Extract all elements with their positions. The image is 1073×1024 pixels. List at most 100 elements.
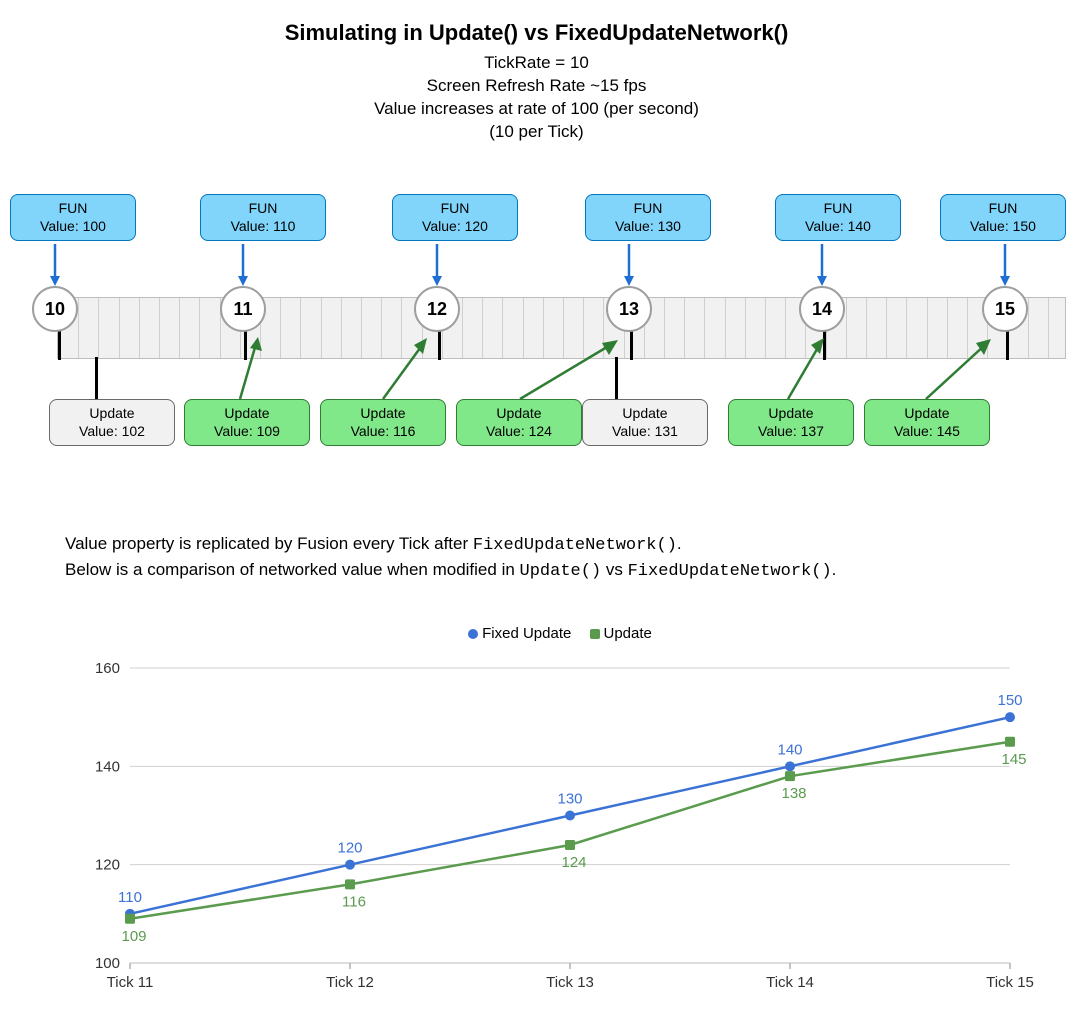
fun-label: FUN — [249, 200, 278, 216]
update-box-5: Update Value: 137 — [728, 399, 854, 446]
arrow-down-icon — [815, 242, 829, 278]
explain-1c: . — [677, 534, 682, 553]
subtitle-line-3: Value increases at rate of 100 (per seco… — [374, 99, 699, 118]
fun-label: FUN — [989, 200, 1018, 216]
fun-box-1: FUN Value: 110 — [200, 194, 326, 241]
update-label: Update — [904, 405, 949, 421]
update-box-4: Update Value: 131 — [582, 399, 708, 446]
fun-value: Value: 150 — [970, 218, 1036, 234]
explain-2c: vs — [601, 560, 627, 579]
legend-marker-square-icon — [590, 629, 600, 639]
subtitle-line-2: Screen Refresh Rate ~15 fps — [427, 76, 647, 95]
svg-text:110: 110 — [118, 889, 142, 906]
svg-text:109: 109 — [121, 928, 146, 945]
svg-text:124: 124 — [561, 854, 586, 871]
connector-line — [95, 357, 98, 399]
fun-label: FUN — [59, 200, 88, 216]
update-box-6: Update Value: 145 — [864, 399, 990, 446]
tick-circle-12: 12 — [414, 286, 460, 332]
legend-marker-circle-icon — [468, 629, 478, 639]
subtitle-line-1: TickRate = 10 — [484, 53, 589, 72]
explain-2e: . — [832, 560, 837, 579]
tick-number: 12 — [427, 299, 447, 320]
connector-line — [615, 357, 618, 399]
update-value: Value: 124 — [486, 423, 552, 439]
arrow-down-icon — [998, 242, 1012, 278]
fun-label: FUN — [634, 200, 663, 216]
arrow-down-icon — [236, 242, 250, 278]
update-value: Value: 137 — [758, 423, 824, 439]
tick-number: 13 — [619, 299, 639, 320]
svg-text:100: 100 — [95, 955, 120, 972]
svg-text:Tick 15: Tick 15 — [986, 974, 1034, 991]
chart-container: Fixed Update Update 100 120 140 160 Tick 11 T… — [80, 625, 1040, 1010]
page-title: Simulating in Update() vs FixedUpdateNet… — [0, 0, 1073, 46]
explain-2a: Below is a comparison of networked value… — [65, 560, 520, 579]
svg-text:140: 140 — [95, 758, 120, 775]
tick-number: 14 — [812, 299, 832, 320]
svg-text:140: 140 — [777, 741, 802, 758]
fun-label: FUN — [441, 200, 470, 216]
legend-label: Update — [604, 625, 652, 642]
tick-number: 11 — [233, 299, 252, 320]
fun-value: Value: 110 — [231, 218, 296, 234]
arrow-down-icon — [430, 242, 444, 278]
code-text: FixedUpdateNetwork() — [473, 536, 677, 555]
fun-box-0: FUN Value: 100 — [10, 194, 136, 241]
arrow-down-icon — [48, 242, 62, 278]
tick-number: 15 — [995, 299, 1015, 320]
update-value: Value: 102 — [79, 423, 145, 439]
svg-text:150: 150 — [997, 692, 1022, 709]
fun-label: FUN — [824, 200, 853, 216]
update-value: Value: 145 — [894, 423, 960, 439]
update-label: Update — [768, 405, 813, 421]
legend-label: Fixed Update — [482, 625, 571, 642]
svg-text:120: 120 — [95, 857, 120, 874]
code-text: FixedUpdateNetwork() — [628, 562, 832, 581]
update-label: Update — [496, 405, 541, 421]
update-value: Value: 131 — [612, 423, 678, 439]
svg-text:Tick 12: Tick 12 — [326, 974, 374, 991]
svg-text:120: 120 — [337, 840, 362, 857]
fun-box-3: FUN Value: 130 — [585, 194, 711, 241]
subtitle-line-4: (10 per Tick) — [489, 122, 583, 141]
update-label: Update — [360, 405, 405, 421]
line-chart: 100 120 140 160 Tick 11 Tick 12 Tick 13 Tick 14… — [80, 648, 1040, 1003]
update-box-0: Update Value: 102 — [49, 399, 175, 446]
arrow-down-icon — [622, 242, 636, 278]
fun-value: Value: 140 — [805, 218, 871, 234]
timeline-diagram: FUN Value: 100 FUN Value: 110 FUN Value:… — [10, 194, 1065, 469]
fun-value: Value: 120 — [422, 218, 488, 234]
update-box-1: Update Value: 109 — [184, 399, 310, 446]
update-value: Value: 116 — [351, 423, 416, 439]
tick-circle-11: 11 — [220, 286, 266, 332]
svg-text:Tick 13: Tick 13 — [546, 974, 594, 991]
fun-box-2: FUN Value: 120 — [392, 194, 518, 241]
svg-text:160: 160 — [95, 660, 120, 677]
explanation-text: Value property is replicated by Fusion e… — [65, 532, 836, 584]
timeline-track — [57, 297, 1066, 359]
svg-text:138: 138 — [781, 785, 806, 802]
svg-text:116: 116 — [342, 893, 366, 910]
explain-1a: Value property is replicated by Fusion e… — [65, 534, 473, 553]
svg-text:Tick 14: Tick 14 — [766, 974, 814, 991]
tick-number: 10 — [45, 299, 65, 320]
tick-circle-13: 13 — [606, 286, 652, 332]
code-text: Update() — [520, 562, 602, 581]
tick-circle-15: 15 — [982, 286, 1028, 332]
update-label: Update — [89, 405, 134, 421]
svg-text:Tick 11: Tick 11 — [107, 974, 154, 991]
fun-box-5: FUN Value: 150 — [940, 194, 1066, 241]
update-box-2: Update Value: 116 — [320, 399, 446, 446]
update-value: Value: 109 — [214, 423, 280, 439]
update-label: Update — [224, 405, 269, 421]
tick-circle-14: 14 — [799, 286, 845, 332]
svg-text:145: 145 — [1001, 751, 1026, 768]
tick-circle-10: 10 — [32, 286, 78, 332]
update-label: Update — [622, 405, 667, 421]
chart-legend: Fixed Update Update — [80, 625, 1040, 642]
svg-text:130: 130 — [557, 791, 582, 808]
update-box-3: Update Value: 124 — [456, 399, 582, 446]
fun-box-4: FUN Value: 140 — [775, 194, 901, 241]
fun-value: Value: 100 — [40, 218, 106, 234]
